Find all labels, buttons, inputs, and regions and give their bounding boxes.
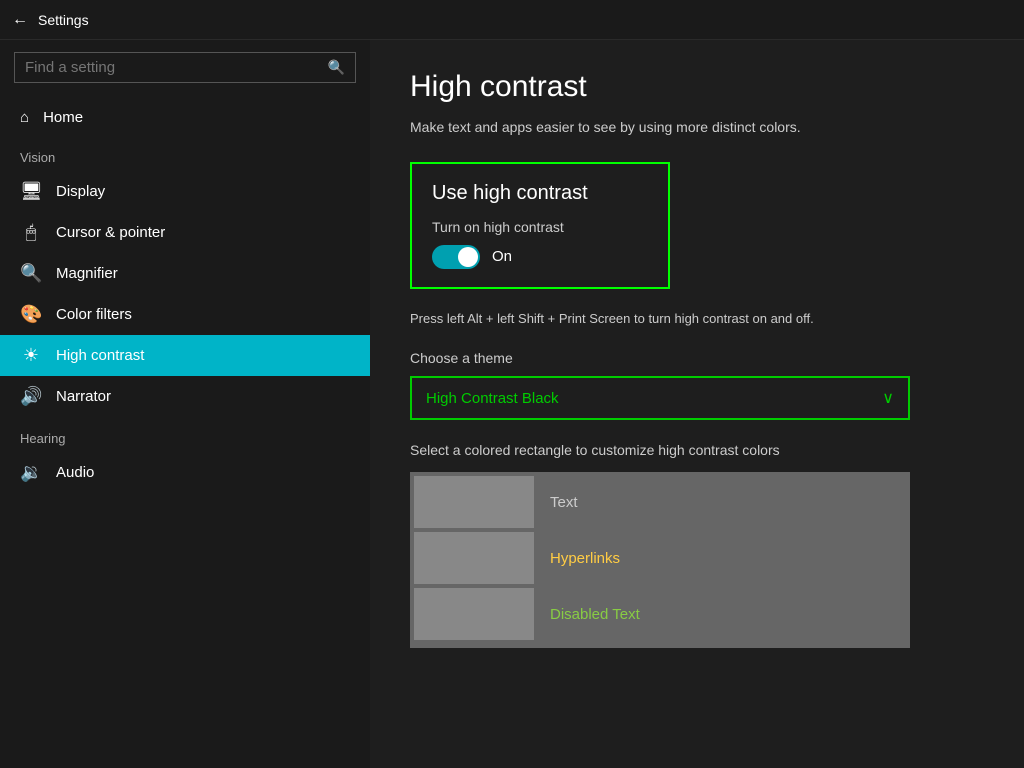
choose-theme-label: Choose a theme <box>410 350 984 366</box>
color-swatches: Text Hyperlinks Disabled Text <box>410 472 910 648</box>
swatch-label-hyperlinks: Hyperlinks <box>534 550 636 567</box>
high-contrast-icon: ☀ <box>20 345 42 366</box>
search-icon: 🔍 <box>328 59 345 76</box>
color-filters-icon: 🎨 <box>20 304 42 325</box>
sidebar-item-narrator[interactable]: 🔊 Narrator <box>0 376 370 417</box>
display-label: Display <box>56 183 105 200</box>
sidebar: 🔍 ⌂ Home Vision 🖥 Display 🖱 Cursor & poi… <box>0 40 370 768</box>
toggle-row: On <box>432 245 648 269</box>
section-label-vision: Vision <box>0 136 370 171</box>
swatch-box-text[interactable] <box>414 476 534 528</box>
main-layout: 🔍 ⌂ Home Vision 🖥 Display 🖱 Cursor & poi… <box>0 40 1024 768</box>
swatch-box-disabled[interactable] <box>414 588 534 640</box>
color-filters-label: Color filters <box>56 306 132 323</box>
search-box[interactable]: 🔍 <box>14 52 356 83</box>
swatch-row-disabled[interactable]: Disabled Text <box>414 588 906 640</box>
high-contrast-label: High contrast <box>56 347 144 364</box>
chevron-down-icon: ∨ <box>882 388 894 408</box>
sidebar-item-cursor[interactable]: 🖱 Cursor & pointer <box>0 212 370 253</box>
toggle-state-label: On <box>492 248 512 265</box>
audio-icon: 🔉 <box>20 462 42 483</box>
sidebar-item-display[interactable]: 🖥 Display <box>0 171 370 212</box>
swatch-label-disabled: Disabled Text <box>534 606 656 623</box>
search-input[interactable] <box>25 59 328 76</box>
audio-label: Audio <box>56 464 94 481</box>
title-bar: ← Settings <box>0 0 1024 40</box>
toggle-label: Turn on high contrast <box>432 219 648 235</box>
page-title: High contrast <box>410 70 984 104</box>
sidebar-item-home[interactable]: ⌂ Home <box>0 99 370 136</box>
magnifier-icon: 🔍 <box>20 263 42 284</box>
swatch-label-text: Text <box>534 494 594 511</box>
theme-selected: High Contrast Black <box>426 390 559 407</box>
theme-dropdown[interactable]: High Contrast Black ∨ <box>410 376 910 420</box>
shortcut-text: Press left Alt + left Shift + Print Scre… <box>410 309 910 329</box>
cursor-label: Cursor & pointer <box>56 224 165 241</box>
high-contrast-toggle[interactable] <box>432 245 480 269</box>
home-label: Home <box>43 109 83 126</box>
display-icon: 🖥 <box>20 181 42 202</box>
sidebar-item-magnifier[interactable]: 🔍 Magnifier <box>0 253 370 294</box>
cursor-icon: 🖱 <box>20 222 42 243</box>
narrator-label: Narrator <box>56 388 111 405</box>
sidebar-item-high-contrast[interactable]: ☀ High contrast <box>0 335 370 376</box>
section-label-hearing: Hearing <box>0 417 370 452</box>
color-rect-label: Select a colored rectangle to customize … <box>410 442 984 458</box>
swatch-box-hyperlinks[interactable] <box>414 532 534 584</box>
swatch-row-hyperlinks[interactable]: Hyperlinks <box>414 532 906 584</box>
magnifier-label: Magnifier <box>56 265 118 282</box>
hc-box-title: Use high contrast <box>432 182 648 205</box>
content-area: High contrast Make text and apps easier … <box>370 40 1024 768</box>
swatch-row-text[interactable]: Text <box>414 476 906 528</box>
back-button[interactable]: ← <box>12 11 28 29</box>
title-bar-title: Settings <box>38 12 89 28</box>
high-contrast-box: Use high contrast Turn on high contrast … <box>410 162 670 289</box>
narrator-icon: 🔊 <box>20 386 42 407</box>
home-icon: ⌂ <box>20 109 29 126</box>
page-description: Make text and apps easier to see by usin… <box>410 118 984 138</box>
sidebar-item-audio[interactable]: 🔉 Audio <box>0 452 370 493</box>
sidebar-item-color-filters[interactable]: 🎨 Color filters <box>0 294 370 335</box>
